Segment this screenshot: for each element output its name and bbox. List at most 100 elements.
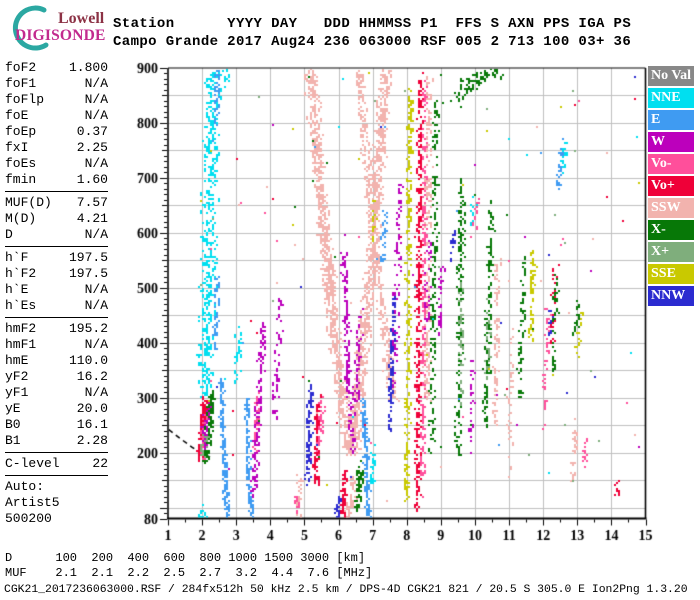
legend-item-nnw: NNW <box>648 286 694 306</box>
param-row-clevel: C-level 22 <box>5 456 108 472</box>
param-row-md: M(D) 4.21 <box>5 211 108 227</box>
param-value: 197.5 <box>68 266 108 281</box>
distance-row: D 100 200 400 600 800 1000 1500 3000 [km… <box>5 551 366 565</box>
param-separator <box>5 452 108 453</box>
param-label: foE <box>5 108 29 123</box>
param-row-auto: Auto: <box>5 479 108 495</box>
param-label: fmin <box>5 172 37 187</box>
param-row-hf2: h`F2 197.5 <box>5 266 108 282</box>
param-value: 1.60 <box>76 172 108 187</box>
param-label: h`E <box>5 282 29 297</box>
param-value: N/A <box>84 92 108 107</box>
param-label: B1 <box>5 433 21 448</box>
param-label: h`F <box>5 250 29 265</box>
param-row-hmf1: hmF1 N/A <box>5 337 108 353</box>
velocity-legend: No Val NNE E W Vo- Vo+ SSW X- X+ SSE NNW <box>648 66 695 308</box>
legend-item-x+: X+ <box>648 242 694 262</box>
param-label: h`Es <box>5 298 37 313</box>
param-label: foEp <box>5 124 37 139</box>
param-value: N/A <box>84 227 108 242</box>
param-row-mufd: MUF(D) 7.57 <box>5 195 108 211</box>
parameter-panel: foF2 1.800 foF1 N/A foFlp N/A foE N/A foEp 0.37 fx… <box>5 60 108 527</box>
param-row-b1: B1 2.28 <box>5 433 108 449</box>
param-value: 1.800 <box>68 60 108 75</box>
param-row-artist5: Artist5 <box>5 495 108 511</box>
param-value: 0.37 <box>76 124 108 139</box>
param-value: N/A <box>84 337 108 352</box>
param-row-yf1: yF1 N/A <box>5 385 108 401</box>
legend-item-e: E <box>648 110 694 130</box>
legend-item-x-: X- <box>648 220 694 240</box>
logo-lowell-text: Lowell <box>58 10 105 27</box>
legend-item-vo-: Vo- <box>648 154 694 174</box>
lowell-digisonde-logo: Lowell DIGISONDE <box>6 3 118 51</box>
param-label: Auto: <box>5 479 45 494</box>
param-value: 2.28 <box>76 433 108 448</box>
param-label: B0 <box>5 417 21 432</box>
param-value: N/A <box>84 385 108 400</box>
param-label: hmF1 <box>5 337 37 352</box>
param-label: D <box>5 227 13 242</box>
legend-item-sse: SSE <box>648 264 694 284</box>
param-row-fxi: fxI 2.25 <box>5 140 108 156</box>
param-row-fof2: foF2 1.800 <box>5 60 108 76</box>
param-label: hmF2 <box>5 321 37 336</box>
param-value: N/A <box>84 298 108 313</box>
param-label: h`F2 <box>5 266 37 281</box>
param-value: 20.0 <box>76 401 108 416</box>
param-row-500200: 500200 <box>5 511 108 527</box>
legend-item-ssw: SSW <box>648 198 694 218</box>
file-info-line: CGK21_2017236063000.RSF / 284fx512h 50 k… <box>4 584 688 596</box>
header-line-1: Station YYYY DAY DDD HHMMSS P1 FFS S AXN… <box>113 16 632 32</box>
param-separator <box>5 317 108 318</box>
param-separator <box>5 191 108 192</box>
param-value: 2.25 <box>76 140 108 155</box>
param-row-hf: h`F 197.5 <box>5 250 108 266</box>
param-value: N/A <box>84 76 108 91</box>
param-value: 4.21 <box>76 211 108 226</box>
param-label: foF1 <box>5 76 37 91</box>
param-row-foe: foE N/A <box>5 108 108 124</box>
param-row-hes: h`Es N/A <box>5 298 108 314</box>
param-row-ye: yE 20.0 <box>5 401 108 417</box>
param-row-he: h`E N/A <box>5 282 108 298</box>
param-value: 195.2 <box>68 321 108 336</box>
param-row-hmf2: hmF2 195.2 <box>5 321 108 337</box>
param-separator <box>5 475 108 476</box>
param-value: 16.1 <box>76 417 108 432</box>
param-label: yE <box>5 401 21 416</box>
legend-item-vo+: Vo+ <box>648 176 694 196</box>
param-label: MUF(D) <box>5 195 52 210</box>
muf-row: MUF 2.1 2.1 2.2 2.5 2.7 3.2 4.4 7.6 [MHz… <box>5 566 373 580</box>
legend-item-w: W <box>648 132 694 152</box>
param-row-foep: foEp 0.37 <box>5 124 108 140</box>
param-row-yf2: yF2 16.2 <box>5 369 108 385</box>
param-label: hmE <box>5 353 29 368</box>
param-row-fmin: fmin 1.60 <box>5 172 108 188</box>
param-row-b0: B0 16.1 <box>5 417 108 433</box>
param-value: N/A <box>84 108 108 123</box>
param-value: 110.0 <box>68 353 108 368</box>
param-row-hme: hmE 110.0 <box>5 353 108 369</box>
param-row-foflp: foFlp N/A <box>5 92 108 108</box>
param-row-fof1: foF1 N/A <box>5 76 108 92</box>
param-label: foFlp <box>5 92 45 107</box>
param-value: N/A <box>84 156 108 171</box>
param-label: C-level <box>5 456 60 471</box>
param-row-d: D N/A <box>5 227 108 243</box>
header-line-2: Campo Grande 2017 Aug24 236 063000 RSF 0… <box>113 34 632 50</box>
param-label: fxI <box>5 140 29 155</box>
logo-digisonde-text: DIGISONDE <box>15 27 106 44</box>
param-value: 7.57 <box>76 195 108 210</box>
param-label: 500200 <box>5 511 52 526</box>
param-value: N/A <box>84 282 108 297</box>
param-row-foes: foEs N/A <box>5 156 108 172</box>
param-label: yF1 <box>5 385 29 400</box>
param-label: foF2 <box>5 60 37 75</box>
param-value: 22 <box>92 456 108 471</box>
param-label: yF2 <box>5 369 29 384</box>
param-separator <box>5 246 108 247</box>
param-label: foEs <box>5 156 37 171</box>
legend-item-noval: No Val <box>648 66 694 86</box>
param-value: 16.2 <box>76 369 108 384</box>
